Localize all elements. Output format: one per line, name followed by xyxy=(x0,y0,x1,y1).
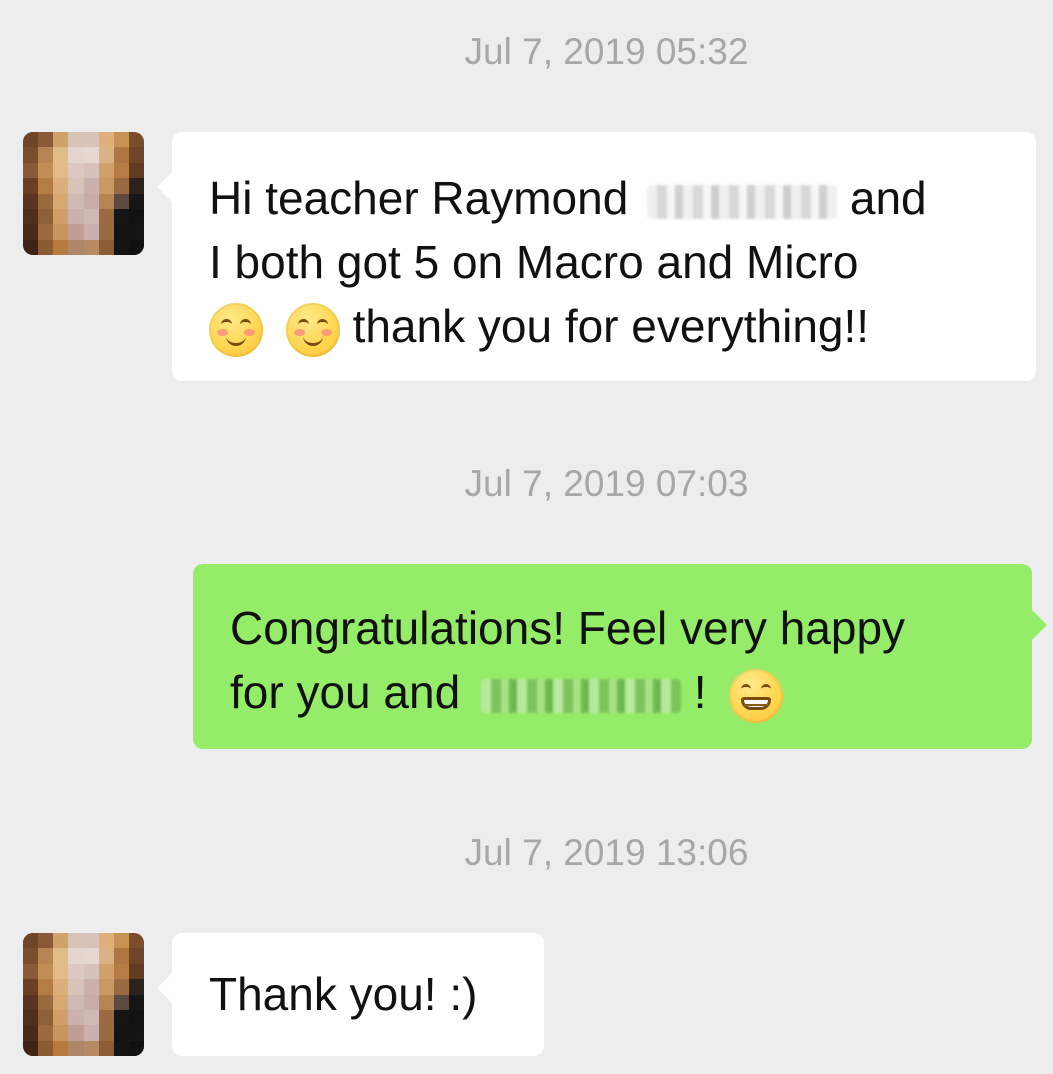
contact-avatar-top[interactable] xyxy=(23,132,144,255)
message-bubble-received-2[interactable]: Thank you! :) xyxy=(157,933,544,1056)
message-bubble-received-1[interactable]: Hi teacher Raymond and I both got 5 on M… xyxy=(157,132,1036,381)
message-line-1: Hi teacher Raymond and xyxy=(209,166,1002,230)
message-line-3: thank you for everything!! xyxy=(209,294,1002,358)
message-line-2: for you and ! xyxy=(230,660,998,724)
message-line-2: I both got 5 on Macro and Micro xyxy=(209,236,859,288)
grinning-emoji xyxy=(729,668,784,723)
redacted-name-2 xyxy=(480,678,681,713)
emoji-smile-mouth-icon xyxy=(226,333,246,346)
message-bubble-sent-1[interactable]: Congratulations! Feel very happy for you… xyxy=(193,564,1047,749)
message-text-part: ! xyxy=(693,666,707,718)
emoji-eye-icon xyxy=(240,318,251,328)
message-text: Thank you! :) xyxy=(209,968,478,1020)
message-text-part: thank you for everything!! xyxy=(352,300,870,352)
contact-avatar-bottom[interactable] xyxy=(23,933,144,1056)
timestamp-2: Jul 7, 2019 07:03 xyxy=(464,463,749,504)
smiling-blush-emoji xyxy=(285,302,340,357)
emoji-teeth-icon xyxy=(741,696,772,710)
message-text-part: and xyxy=(849,172,927,224)
timestamp-3: Jul 7, 2019 13:06 xyxy=(464,832,749,873)
avatar-mosaic xyxy=(23,933,144,1056)
emoji-eye-icon xyxy=(316,318,328,328)
message-line-1: Congratulations! Feel very happy xyxy=(230,602,906,654)
emoji-eye-icon xyxy=(221,318,232,328)
redacted-name-1 xyxy=(647,184,838,219)
emoji-eye-icon xyxy=(741,683,752,693)
timestamp-1: Jul 7, 2019 05:32 xyxy=(464,31,749,72)
emoji-smile-mouth-icon xyxy=(302,333,323,346)
avatar-mosaic xyxy=(23,132,144,255)
emoji-eye-icon xyxy=(761,683,772,693)
smiling-blush-emoji xyxy=(209,302,263,357)
emoji-eye-icon xyxy=(297,318,309,328)
message-text-part: for you and xyxy=(230,666,461,718)
message-text-part: Hi teacher Raymond xyxy=(209,172,629,224)
